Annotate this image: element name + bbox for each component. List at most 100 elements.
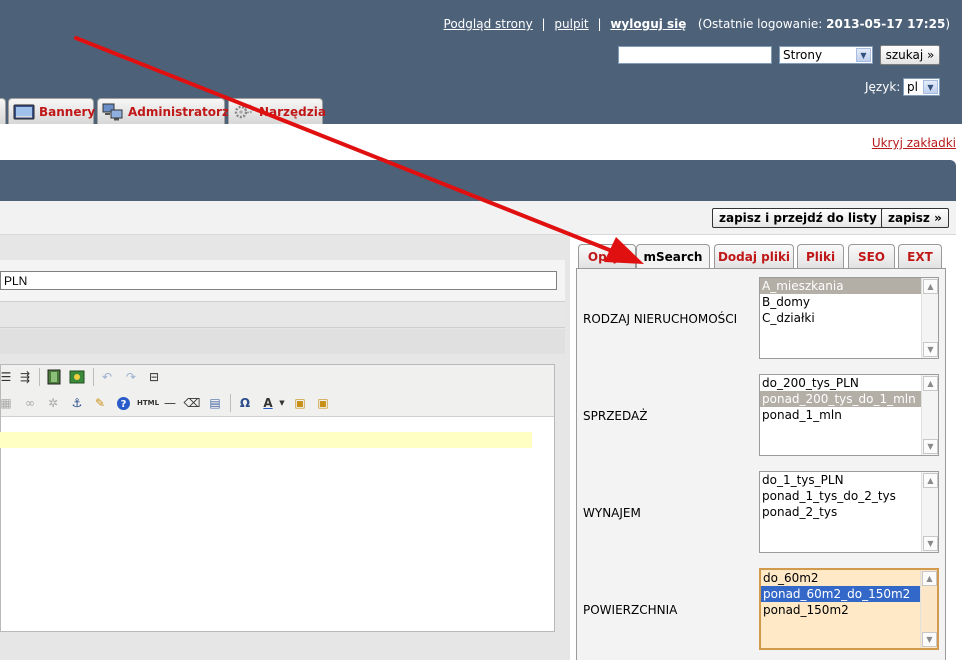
html-icon[interactable]: HTML	[137, 394, 159, 412]
list-item[interactable]: B_domy	[760, 294, 921, 310]
chevron-down-icon[interactable]: ▼	[923, 536, 938, 551]
sale-label: SPRZEDAŻ	[583, 409, 648, 423]
list-item[interactable]: ponad_60m2_do_150m2	[761, 586, 920, 602]
chevron-down-icon[interactable]: ▼	[923, 342, 938, 357]
chevron-down-icon[interactable]: ▼	[277, 394, 287, 412]
main-tab-administrators[interactable]: Administratorzy	[97, 98, 237, 124]
save-button[interactable]: zapisz »	[881, 208, 949, 228]
main-tab-banners[interactable]: Bannery	[8, 98, 96, 124]
align-justify-icon[interactable]: ☰	[0, 368, 15, 386]
list-item[interactable]: ponad_200_tys_do_1_mln	[760, 391, 921, 407]
rent-label: WYNAJEM	[583, 506, 641, 520]
main-tab-label: Bannery	[39, 104, 96, 119]
chevron-up-icon[interactable]: ▲	[922, 571, 937, 586]
save-and-list-button[interactable]: zapisz i przejdź do listy »	[712, 208, 896, 228]
paste-text-icon[interactable]: ▣	[314, 394, 332, 412]
unlink-icon[interactable]: ✲	[44, 394, 62, 412]
horizontal-rule-icon[interactable]: —	[161, 394, 179, 412]
scrollbar[interactable]: ▲ ▼	[921, 472, 938, 552]
search-type-value: Strony	[783, 48, 823, 62]
tab-ext[interactable]: EXT	[898, 244, 942, 268]
desktop-link[interactable]: pulpit	[554, 17, 588, 31]
banner-icon	[13, 103, 35, 121]
list-item[interactable]: do_1_tys_PLN	[760, 472, 921, 488]
list-item[interactable]: A_mieszkania	[760, 278, 921, 294]
chevron-down-icon[interactable]: ▼	[922, 632, 937, 647]
media-icon[interactable]	[45, 368, 63, 386]
help-icon[interactable]: ?	[114, 394, 132, 412]
panel-title-bar	[0, 160, 956, 201]
computers-icon	[102, 103, 124, 121]
redo-icon[interactable]: ↷	[122, 368, 140, 386]
preview-link[interactable]: Podgląd strony	[444, 17, 533, 31]
list-item[interactable]: do_200_tys_PLN	[760, 375, 921, 391]
editor-toolbar: ☰ ⇶ ↶ ↷ ⊟ ▦ ∞ ✲ ⚓ ✎ ? HTML — ⌫ ▤ Ω A ▼ ▣…	[0, 365, 554, 417]
main-tab-tools[interactable]: Narzędzia	[228, 98, 326, 124]
main-tab-label: Narzędzia	[259, 104, 326, 119]
property-type-label: RODZAJ NIERUCHOMOŚCI	[583, 312, 738, 326]
hide-tabs-link[interactable]: Ukryj zakładki	[872, 136, 956, 150]
link-icon[interactable]: ∞	[21, 394, 39, 412]
chevron-down-icon: ▼	[923, 80, 938, 94]
svg-text:?: ?	[120, 399, 126, 410]
toolbar-separator	[93, 368, 94, 386]
text-color-icon[interactable]: A	[259, 394, 277, 412]
cleanup-icon[interactable]: ✎	[91, 394, 109, 412]
main-tab-partial[interactable]	[0, 98, 6, 124]
language-select[interactable]: pl ▼	[903, 78, 940, 96]
top-links: Podgląd strony | pulpit | wyloguj się (O…	[443, 17, 950, 31]
price-input[interactable]	[0, 271, 557, 290]
language-value: pl	[907, 80, 918, 94]
anchor-icon[interactable]: ⚓	[68, 394, 86, 412]
chevron-up-icon[interactable]: ▲	[923, 279, 938, 294]
tab-options[interactable]: Opcje	[578, 244, 636, 268]
rich-text-editor[interactable]: ☰ ⇶ ↶ ↷ ⊟ ▦ ∞ ✲ ⚓ ✎ ? HTML — ⌫ ▤ Ω A ▼ ▣…	[0, 364, 555, 632]
search-input[interactable]	[618, 46, 772, 64]
undo-icon[interactable]: ↶	[98, 368, 116, 386]
area-label: POWIERZCHNIA	[583, 603, 678, 617]
gears-icon	[233, 103, 255, 121]
form-row	[0, 329, 565, 354]
main-tab-label: Administratorzy	[128, 104, 237, 119]
list-item[interactable]: ponad_2_tys	[760, 504, 921, 520]
chevron-down-icon: ▼	[856, 48, 871, 62]
last-login-suffix: )	[945, 17, 950, 31]
toolbar-separator	[230, 394, 231, 412]
search-type-select[interactable]: Strony ▼	[779, 46, 873, 64]
chevron-up-icon[interactable]: ▲	[923, 473, 938, 488]
tab-files[interactable]: Pliki	[797, 244, 844, 268]
grid-icon[interactable]: ▤	[206, 394, 224, 412]
tab-msearch[interactable]: mSearch	[636, 244, 710, 269]
scrollbar[interactable]: ▲ ▼	[921, 278, 938, 358]
sale-listbox[interactable]: do_200_tys_PLN ponad_200_tys_do_1_mln po…	[759, 374, 939, 456]
logout-link[interactable]: wyloguj się	[610, 17, 686, 31]
rent-listbox[interactable]: do_1_tys_PLN ponad_1_tys_do_2_tys ponad_…	[759, 471, 939, 553]
property-type-listbox[interactable]: A_mieszkania B_domy C_działki ▲ ▼	[759, 277, 939, 359]
list-item[interactable]: ponad_1_mln	[760, 407, 921, 423]
list-item[interactable]: ponad_150m2	[761, 602, 920, 618]
image-icon[interactable]	[68, 368, 86, 386]
chevron-up-icon[interactable]: ▲	[923, 376, 938, 391]
area-listbox[interactable]: do_60m2 ponad_60m2_do_150m2 ponad_150m2 …	[759, 568, 939, 650]
tab-seo[interactable]: SEO	[848, 244, 895, 268]
scrollbar[interactable]: ▲ ▼	[920, 570, 937, 648]
special-char-icon[interactable]: Ω	[236, 394, 254, 412]
tab-add-files[interactable]: Dodaj pliki	[714, 244, 794, 268]
last-login-prefix: (Ostatnie logowanie:	[697, 17, 823, 31]
page-break-icon[interactable]: ⊟	[145, 368, 163, 386]
last-login-value: 2013-05-17 17:25	[826, 17, 946, 31]
list-item[interactable]: C_działki	[760, 310, 921, 326]
paste-word-icon[interactable]: ▣	[291, 394, 309, 412]
editor-highlight-line	[0, 432, 532, 448]
indent-icon[interactable]: ⇶	[16, 368, 34, 386]
chevron-down-icon[interactable]: ▼	[923, 439, 938, 454]
eraser-icon[interactable]: ⌫	[183, 394, 201, 412]
search-button[interactable]: szukaj »	[880, 45, 940, 65]
form-row	[0, 303, 565, 328]
table-icon[interactable]: ▦	[0, 394, 15, 412]
list-item[interactable]: do_60m2	[761, 570, 920, 586]
list-item[interactable]: ponad_1_tys_do_2_tys	[760, 488, 921, 504]
toolbar-separator	[39, 368, 40, 386]
scrollbar[interactable]: ▲ ▼	[921, 375, 938, 455]
language-label: Język:	[865, 80, 901, 94]
